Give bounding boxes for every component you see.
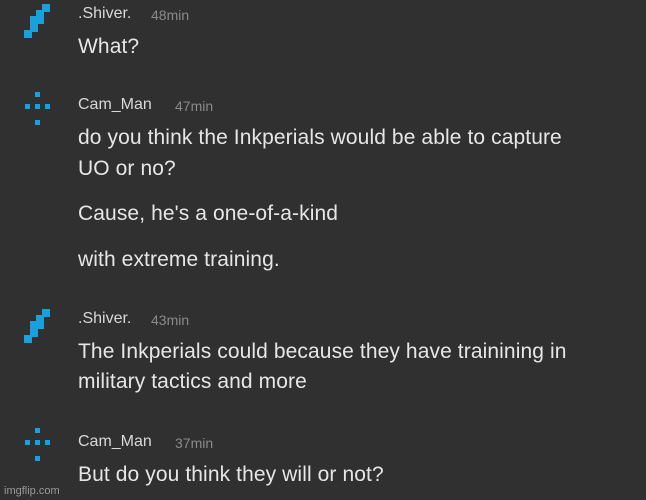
message-text: UO or no? [78, 157, 176, 180]
timestamp: 47min [175, 98, 214, 114]
message-text: with extreme training. [78, 248, 280, 271]
chat-log: .Shiver. 48min What? Cam_Man 47min do yo… [0, 0, 646, 500]
shiver-pixel-avatar-icon[interactable] [22, 4, 52, 40]
message-text: do you think the Inkperials would be abl… [78, 126, 562, 149]
camman-pixel-avatar-icon[interactable] [22, 428, 52, 464]
timestamp: 48min [151, 7, 190, 23]
watermark: imgflip.com [4, 485, 60, 497]
timestamp: 37min [175, 435, 214, 451]
username[interactable]: Cam_Man [78, 96, 152, 114]
message-text: The Inkperials could because they have t… [78, 340, 567, 363]
username[interactable]: .Shiver. [78, 5, 131, 23]
message-text: Cause, he's a one-of-a-kind [78, 202, 339, 225]
username[interactable]: .Shiver. [78, 310, 131, 328]
message-text: military tactics and more [78, 370, 307, 393]
message-text: But do you think they will or not? [78, 463, 384, 486]
message-text: What? [78, 35, 140, 58]
camman-pixel-avatar-icon[interactable] [22, 92, 52, 128]
shiver-pixel-avatar-icon[interactable] [22, 309, 52, 345]
timestamp: 43min [151, 312, 190, 328]
username[interactable]: Cam_Man [78, 433, 152, 451]
